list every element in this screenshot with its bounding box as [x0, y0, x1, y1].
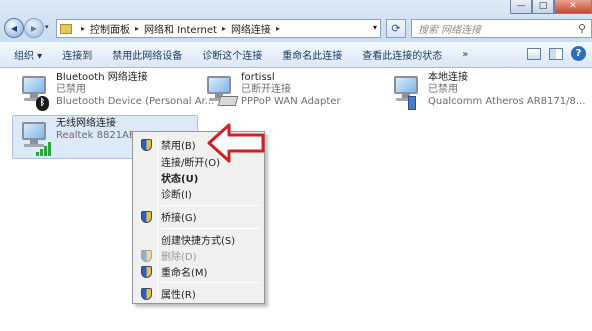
change-view-icon[interactable]	[527, 47, 541, 60]
connection-item-local[interactable]: 本地连接 已禁用 Qualcomm Atheros AR8171/8...	[388, 72, 585, 118]
diagnose-connection-button[interactable]: 诊断这个连接	[192, 47, 272, 62]
connection-name: fortissl	[241, 72, 275, 83]
menu-item-bridge[interactable]: 桥接(G)	[135, 208, 262, 225]
network-computer-icon	[16, 118, 54, 158]
forward-button[interactable]: ▸	[24, 18, 44, 38]
connection-device: PPPoP WAN Adapter	[241, 96, 341, 107]
breadcrumb-network-internet[interactable]: 网络和 Internet	[144, 21, 217, 36]
connection-name: Bluetooth 网络连接	[56, 72, 148, 83]
uac-shield-icon	[141, 250, 152, 262]
refresh-button[interactable]: ⟳	[386, 19, 406, 38]
breadcrumb-chevron-icon[interactable]: ▸	[276, 24, 280, 33]
uac-shield-icon	[141, 266, 152, 278]
menu-item-label: 桥接(G)	[161, 213, 197, 224]
connection-item-wireless[interactable]: 无线网络连接 Realtek 8821AE W	[16, 118, 148, 164]
connections-list: ᛒ Bluetooth 网络连接 已禁用 Bluetooth Device (P…	[0, 68, 592, 331]
bluetooth-icon: ᛒ	[36, 96, 49, 111]
connection-item-fortissl[interactable]: fortissl 已断开连接 PPPoP WAN Adapter	[201, 72, 341, 118]
menu-item-diagnose[interactable]: 诊断(I)	[135, 185, 262, 202]
menu-item-label: 状态(U)	[161, 174, 199, 185]
menu-item-label: 创建快捷方式(S)	[161, 236, 236, 247]
view-status-button[interactable]: 查看此连接的状态	[352, 47, 452, 62]
wifi-signal-icon	[36, 142, 52, 156]
menu-separator	[161, 205, 261, 206]
menu-item-delete: 删除(D)	[135, 247, 262, 264]
minimize-button[interactable]: —	[510, 0, 532, 14]
connection-device: Bluetooth Device (Personal Ar...	[56, 96, 215, 107]
preview-pane-icon[interactable]	[549, 47, 563, 60]
help-icon[interactable]: ?	[571, 46, 586, 61]
breadcrumb-chevron-icon[interactable]: ▸	[135, 24, 139, 33]
annotation-arrow-icon	[207, 123, 265, 163]
menu-separator	[161, 228, 261, 229]
breadcrumb-chevron-icon[interactable]: ▸	[81, 24, 85, 33]
address-bar[interactable]: ▸ 控制面板 ▸ 网络和 Internet ▸ 网络连接 ▸ ▾	[56, 19, 381, 38]
connection-name: 本地连接	[428, 72, 468, 83]
connection-device: Qualcomm Atheros AR8171/8...	[428, 96, 586, 107]
menu-item-label: 属性(R)	[161, 290, 196, 301]
menu-item-label: 诊断(I)	[161, 190, 192, 201]
network-computer-icon	[201, 72, 239, 112]
network-computer-icon	[388, 72, 426, 112]
search-placeholder: 搜索 网络连接	[418, 25, 482, 36]
uac-shield-icon	[141, 288, 152, 300]
menu-item-label: 禁用(B)	[161, 141, 196, 152]
connection-status: 已禁用	[428, 84, 458, 95]
search-input[interactable]: 搜索 网络连接 ⚲	[411, 19, 592, 38]
menu-item-properties[interactable]: 属性(R)	[135, 285, 262, 302]
recent-pages-dropdown-icon[interactable]: ▾	[45, 23, 49, 31]
window-controls: — □ ✕	[510, 0, 592, 14]
address-region: — □ ✕ ◂ ▸ ▾ ▸ 控制面板 ▸ 网络和 Internet ▸ 网络连接…	[0, 0, 592, 42]
command-bar: 组织 ▾ 连接到 禁用此网络设备 诊断这个连接 重命名此连接 查看此连接的状态 …	[0, 42, 592, 68]
menu-item-label: 删除(D)	[161, 252, 197, 263]
back-button[interactable]: ◂	[4, 18, 24, 38]
menu-item-create-shortcut[interactable]: 创建快捷方式(S)	[135, 231, 262, 248]
view-controls: ?	[527, 46, 586, 61]
breadcrumb-network-connections[interactable]: 网络连接	[231, 21, 271, 36]
menu-item-rename[interactable]: 重命名(M)	[135, 263, 262, 280]
modem-icon	[217, 96, 239, 106]
connection-name: 无线网络连接	[56, 118, 116, 129]
breadcrumb-control-panel[interactable]: 控制面板	[90, 21, 130, 36]
control-panel-icon	[60, 23, 72, 34]
uac-shield-icon	[141, 211, 152, 223]
address-dropdown-icon[interactable]: ▾	[373, 23, 377, 32]
connection-item-bluetooth[interactable]: ᛒ Bluetooth 网络连接 已禁用 Bluetooth Device (P…	[16, 72, 214, 118]
uac-shield-icon	[141, 139, 152, 151]
connect-to-button[interactable]: 连接到	[52, 47, 102, 62]
search-icon[interactable]: ⚲	[578, 22, 586, 35]
close-button[interactable]: ✕	[554, 0, 592, 14]
connection-status: 已断开连接	[241, 84, 291, 95]
rename-connection-button[interactable]: 重命名此连接	[272, 47, 352, 62]
organize-button[interactable]: 组织 ▾	[0, 47, 52, 62]
menu-item-status[interactable]: 状态(U)	[135, 169, 262, 186]
menu-separator	[161, 282, 261, 283]
connection-status: 已禁用	[56, 84, 86, 95]
network-cable-icon	[408, 96, 416, 110]
menu-item-label: 重命名(M)	[161, 268, 208, 279]
more-commands-button[interactable]: »	[452, 49, 478, 60]
disable-device-button[interactable]: 禁用此网络设备	[102, 47, 192, 62]
maximize-button[interactable]: □	[532, 0, 554, 14]
breadcrumb-chevron-icon[interactable]: ▸	[222, 24, 226, 33]
network-computer-icon: ᛒ	[16, 72, 54, 112]
